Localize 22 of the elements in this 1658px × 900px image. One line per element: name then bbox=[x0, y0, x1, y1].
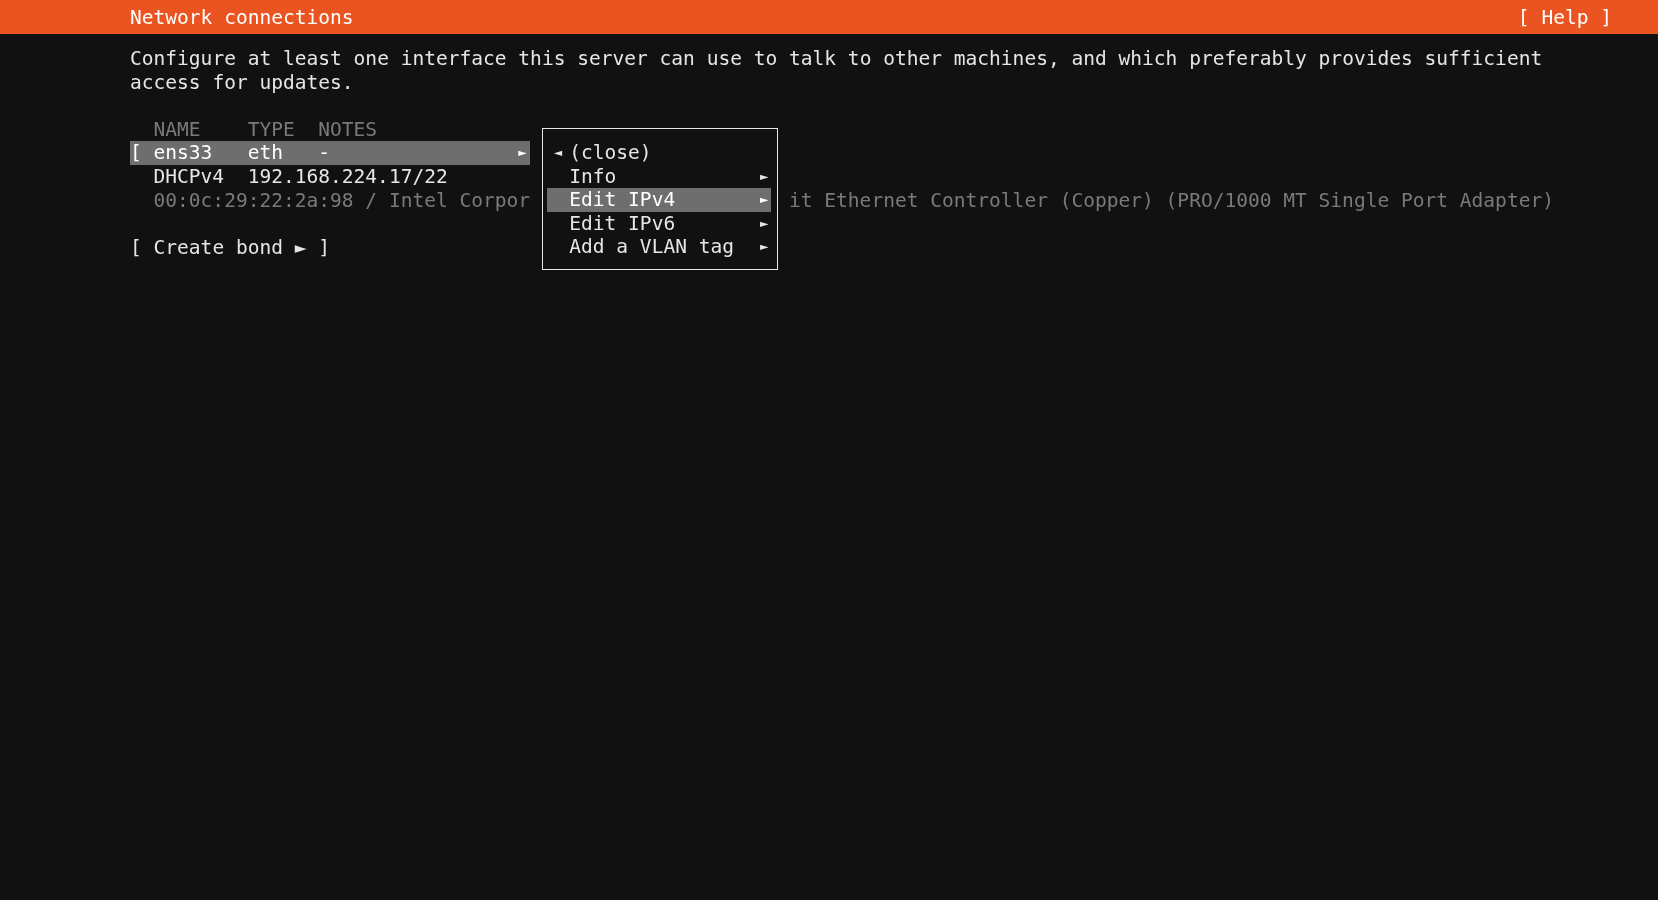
table-cell-text: 192.168.224.17/22 bbox=[247, 164, 449, 189]
table-cell-text: ens33 bbox=[153, 141, 214, 165]
description-text: Configure at least one interface this server can use to talk to other machines, and which preferably provides sufficient access for updates. bbox=[130, 47, 1544, 95]
menu-item[interactable]: ◄ (close) bbox=[546, 141, 771, 165]
column-header: NAME bbox=[153, 117, 202, 142]
table-cell-text: eth bbox=[247, 141, 284, 165]
help-button[interactable]: [ Help ] bbox=[1517, 5, 1612, 29]
menu-item[interactable]: Add a VLAN tag ► bbox=[546, 235, 771, 259]
hardware-info: 00:0c:29:22:2a:98 / Intel Corpor bbox=[153, 188, 531, 213]
menu-item[interactable]: Edit IPv6 ► bbox=[546, 211, 771, 236]
interface-row[interactable]: [ ens33 eth - ► bbox=[130, 141, 531, 165]
menu-item[interactable]: Edit IPv4 ► bbox=[546, 188, 771, 212]
bracket-mark: [ bbox=[130, 141, 143, 165]
table-cell-text: - bbox=[318, 141, 332, 165]
table-cell-text: DHCPv4 bbox=[153, 164, 226, 189]
create-bond-button[interactable]: [ Create bond ► ] bbox=[130, 235, 331, 260]
column-header: NOTES bbox=[318, 117, 379, 142]
hardware-info: it Ethernet Controller (Copper) (PRO/1000 MT Single Port Adapter) bbox=[789, 188, 1554, 213]
menu-item[interactable]: Info ► bbox=[546, 164, 771, 189]
column-header: TYPE bbox=[247, 117, 296, 142]
screen-title: Network connections bbox=[130, 5, 354, 29]
arrow-icon: ► bbox=[518, 141, 531, 165]
